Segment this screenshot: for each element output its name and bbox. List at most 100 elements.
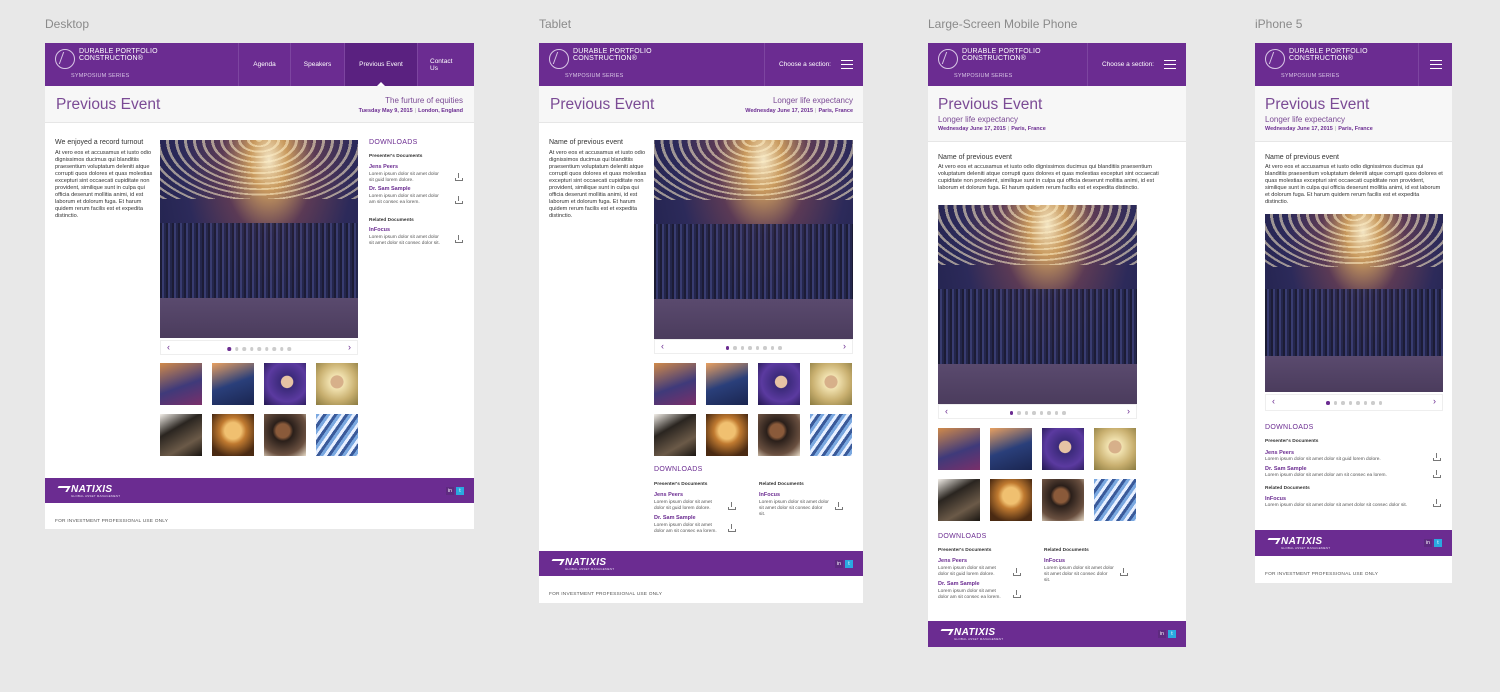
download-icon[interactable] [1433, 470, 1441, 478]
gallery-thumb[interactable] [810, 363, 852, 405]
download-link-sam-sample[interactable]: Dr. Sam Sample [654, 515, 696, 521]
natixis-logo[interactable]: NATIXIS GLOBAL ASSET MANAGEMENT [55, 484, 120, 498]
download-link-infocus[interactable]: InFocus [369, 227, 390, 233]
carousel-photo[interactable] [1265, 214, 1443, 392]
gallery-thumb[interactable] [938, 479, 980, 521]
gallery-thumb[interactable] [758, 414, 800, 456]
carousel-dot[interactable] [1333, 401, 1337, 405]
download-link-sam-sample[interactable]: Dr. Sam Sample [938, 581, 980, 587]
carousel-dot[interactable] [1371, 401, 1375, 405]
carousel-dot[interactable] [264, 347, 269, 351]
gallery-thumb[interactable] [316, 363, 358, 405]
download-icon[interactable] [1013, 568, 1021, 576]
gallery-thumb[interactable] [654, 414, 696, 456]
carousel-dot[interactable] [1356, 401, 1360, 405]
carousel-photo[interactable] [654, 140, 853, 339]
download-icon[interactable] [728, 524, 736, 532]
download-icon[interactable] [728, 502, 736, 510]
carousel-dot[interactable] [227, 347, 231, 351]
carousel-dot[interactable] [1009, 411, 1013, 415]
carousel-dot[interactable] [279, 347, 284, 351]
carousel-next-icon[interactable]: › [1433, 396, 1436, 406]
carousel-dot[interactable] [725, 346, 729, 350]
carousel-photo[interactable] [160, 140, 358, 338]
nav-previous-event[interactable]: Previous Event [344, 43, 417, 86]
natixis-logo[interactable]: NATIXIS GLOBAL ASSET MANAGEMENT [1265, 536, 1330, 550]
gallery-thumb[interactable] [160, 363, 202, 405]
carousel-dot[interactable] [287, 347, 291, 351]
download-icon[interactable] [1433, 499, 1441, 507]
natixis-logo[interactable]: NATIXIS GLOBAL ASSET MANAGEMENT [938, 627, 1003, 641]
download-link-sam-sample[interactable]: Dr. Sam Sample [1265, 466, 1307, 472]
gallery-thumb[interactable] [1042, 479, 1084, 521]
linkedin-icon[interactable]: in [835, 560, 843, 568]
nav-speakers[interactable]: Speakers [290, 43, 344, 86]
symposium-logo[interactable]: DURABLE PORTFOLIO CONSTRUCTION® SYMPOSIU… [55, 48, 175, 81]
carousel-dot[interactable] [1039, 411, 1043, 415]
twitter-icon[interactable]: t [456, 487, 464, 495]
carousel-prev-icon[interactable]: ‹ [945, 406, 948, 416]
gallery-thumb[interactable] [990, 479, 1032, 521]
carousel-dot[interactable] [1047, 411, 1051, 415]
gallery-thumb[interactable] [264, 363, 306, 405]
download-link-jens-peers[interactable]: Jens Peers [938, 558, 967, 564]
download-icon[interactable] [1013, 590, 1021, 598]
menu-button[interactable] [1418, 43, 1452, 86]
twitter-icon[interactable]: t [845, 560, 853, 568]
section-menu-button[interactable]: Choose a section: [1086, 43, 1186, 86]
carousel-dot[interactable] [1341, 401, 1345, 405]
carousel-dot[interactable] [1024, 411, 1028, 415]
linkedin-icon[interactable]: in [1424, 539, 1432, 547]
carousel-dot[interactable] [778, 346, 782, 350]
download-icon[interactable] [835, 502, 843, 510]
download-link-infocus[interactable]: InFocus [1265, 496, 1286, 502]
gallery-thumb[interactable] [1094, 479, 1136, 521]
gallery-thumb[interactable] [706, 363, 748, 405]
gallery-thumb[interactable] [1094, 428, 1136, 470]
gallery-thumb[interactable] [758, 363, 800, 405]
twitter-icon[interactable]: t [1168, 630, 1176, 638]
gallery-thumb[interactable] [212, 363, 254, 405]
carousel-prev-icon[interactable]: ‹ [661, 341, 664, 351]
carousel-dot[interactable] [272, 347, 276, 351]
download-link-sam-sample[interactable]: Dr. Sam Sample [369, 186, 411, 192]
carousel-dot[interactable] [257, 347, 261, 351]
carousel-prev-icon[interactable]: ‹ [1272, 396, 1275, 406]
carousel-dot[interactable] [763, 346, 767, 350]
section-menu-button[interactable]: Choose a section: [763, 43, 863, 86]
carousel-dot[interactable] [740, 346, 744, 350]
gallery-thumb[interactable] [706, 414, 748, 456]
carousel-dot[interactable] [234, 347, 239, 351]
carousel-dot[interactable] [1017, 411, 1021, 415]
carousel-dot[interactable] [242, 347, 246, 351]
carousel-dot[interactable] [1378, 401, 1382, 405]
carousel-dot[interactable] [249, 347, 254, 351]
carousel-dot[interactable] [1326, 401, 1330, 405]
gallery-thumb[interactable] [654, 363, 696, 405]
download-link-jens-peers[interactable]: Jens Peers [1265, 450, 1294, 456]
download-icon[interactable] [1120, 568, 1128, 576]
gallery-thumb[interactable] [1042, 428, 1084, 470]
download-icon[interactable] [1433, 453, 1441, 461]
gallery-thumb[interactable] [810, 414, 852, 456]
carousel-photo[interactable] [938, 205, 1137, 404]
carousel-dot[interactable] [770, 346, 774, 350]
symposium-logo[interactable]: DURABLE PORTFOLIO CONSTRUCTION® SYMPOSIU… [549, 48, 669, 81]
carousel-next-icon[interactable]: › [1127, 406, 1130, 416]
nav-agenda[interactable]: Agenda [238, 43, 290, 86]
carousel-dot[interactable] [1363, 401, 1367, 405]
gallery-thumb[interactable] [160, 414, 202, 456]
symposium-logo[interactable]: DURABLE PORTFOLIO CONSTRUCTION® SYMPOSIU… [1265, 48, 1385, 81]
download-icon[interactable] [455, 173, 463, 181]
gallery-thumb[interactable] [264, 414, 306, 456]
carousel-dot[interactable] [1032, 411, 1036, 415]
download-link-jens-peers[interactable]: Jens Peers [369, 164, 398, 170]
carousel-dot[interactable] [1348, 401, 1352, 405]
download-link-infocus[interactable]: InFocus [759, 492, 780, 498]
gallery-thumb[interactable] [212, 414, 254, 456]
carousel-dot[interactable] [755, 346, 759, 350]
gallery-thumb[interactable] [316, 414, 358, 456]
carousel-next-icon[interactable]: › [348, 342, 351, 352]
symposium-logo[interactable]: DURABLE PORTFOLIO CONSTRUCTION® SYMPOSIU… [938, 48, 1058, 81]
download-icon[interactable] [455, 235, 463, 243]
